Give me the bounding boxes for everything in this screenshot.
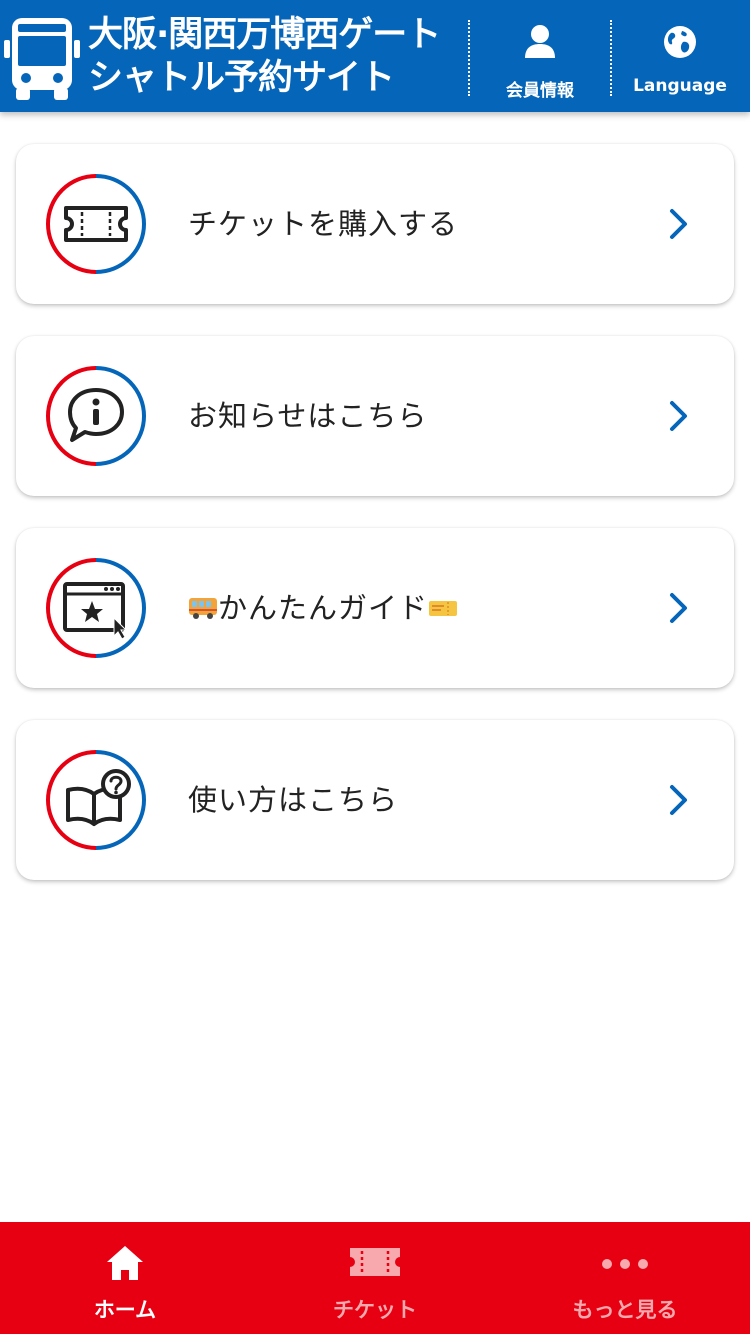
menu-card-how-to-use[interactable]: 使い方はこちら bbox=[16, 720, 734, 880]
browser-star-icon bbox=[63, 582, 128, 640]
menu-card-news[interactable]: お知らせはこちら bbox=[16, 336, 734, 496]
icon-ring bbox=[46, 558, 146, 658]
nav-more-label: もっと見る bbox=[572, 1298, 678, 1322]
nav-ticket-label: チケット bbox=[333, 1298, 417, 1322]
bottom-navigation: ホーム チケット もっと見る bbox=[0, 1222, 750, 1334]
header-divider bbox=[610, 20, 612, 96]
icon-ring bbox=[46, 366, 146, 466]
nav-home-label: ホーム bbox=[93, 1298, 157, 1322]
more-dots-icon bbox=[602, 1259, 648, 1269]
bus-logo-icon bbox=[4, 18, 80, 100]
person-icon bbox=[525, 25, 555, 58]
app-title: 大阪·関西万博西ゲート シャトル予約サイト bbox=[88, 14, 466, 100]
icon-ring bbox=[46, 750, 146, 850]
ticket-icon bbox=[64, 206, 128, 242]
chevron-right-icon bbox=[670, 209, 687, 239]
icon-ring bbox=[46, 174, 146, 274]
app-header: 大阪·関西万博西ゲート シャトル予約サイト 会員情報 Language bbox=[0, 0, 750, 112]
ticket-emoji-icon bbox=[429, 601, 458, 616]
menu-card-label: かんたんガイド bbox=[188, 528, 458, 688]
menu-card-label: チケットを購入する bbox=[188, 207, 459, 241]
menu-card-label: お知らせはこちら bbox=[188, 399, 428, 433]
menu-card-buy-ticket[interactable]: チケットを購入する bbox=[16, 144, 734, 304]
nav-home[interactable]: ホーム bbox=[0, 1222, 250, 1334]
app-title-line1: 大阪·関西万博西ゲート bbox=[88, 15, 441, 55]
app-title-line2: シャトル予約サイト bbox=[88, 58, 395, 98]
book-question-icon bbox=[66, 769, 131, 826]
nav-more[interactable]: もっと見る bbox=[500, 1222, 750, 1334]
language-button[interactable]: Language bbox=[620, 0, 740, 112]
member-info-button[interactable]: 会員情報 bbox=[480, 0, 600, 112]
menu-card-easy-guide[interactable]: かんたんガイド bbox=[16, 528, 734, 688]
chevron-right-icon bbox=[670, 593, 687, 623]
bus-emoji-icon bbox=[189, 598, 217, 619]
menu-card-label-text: かんたんガイド bbox=[218, 591, 429, 625]
menu-card-label: 使い方はこちら bbox=[188, 783, 399, 817]
globe-icon bbox=[664, 26, 696, 58]
ticket-icon bbox=[350, 1248, 400, 1276]
chevron-right-icon bbox=[670, 785, 687, 815]
member-info-label: 会員情報 bbox=[506, 81, 574, 101]
chevron-right-icon bbox=[670, 401, 687, 431]
home-icon bbox=[107, 1246, 143, 1280]
nav-ticket[interactable]: チケット bbox=[250, 1222, 500, 1334]
info-speech-bubble-icon bbox=[68, 388, 124, 442]
header-divider bbox=[468, 20, 470, 96]
language-label: Language bbox=[633, 76, 727, 96]
